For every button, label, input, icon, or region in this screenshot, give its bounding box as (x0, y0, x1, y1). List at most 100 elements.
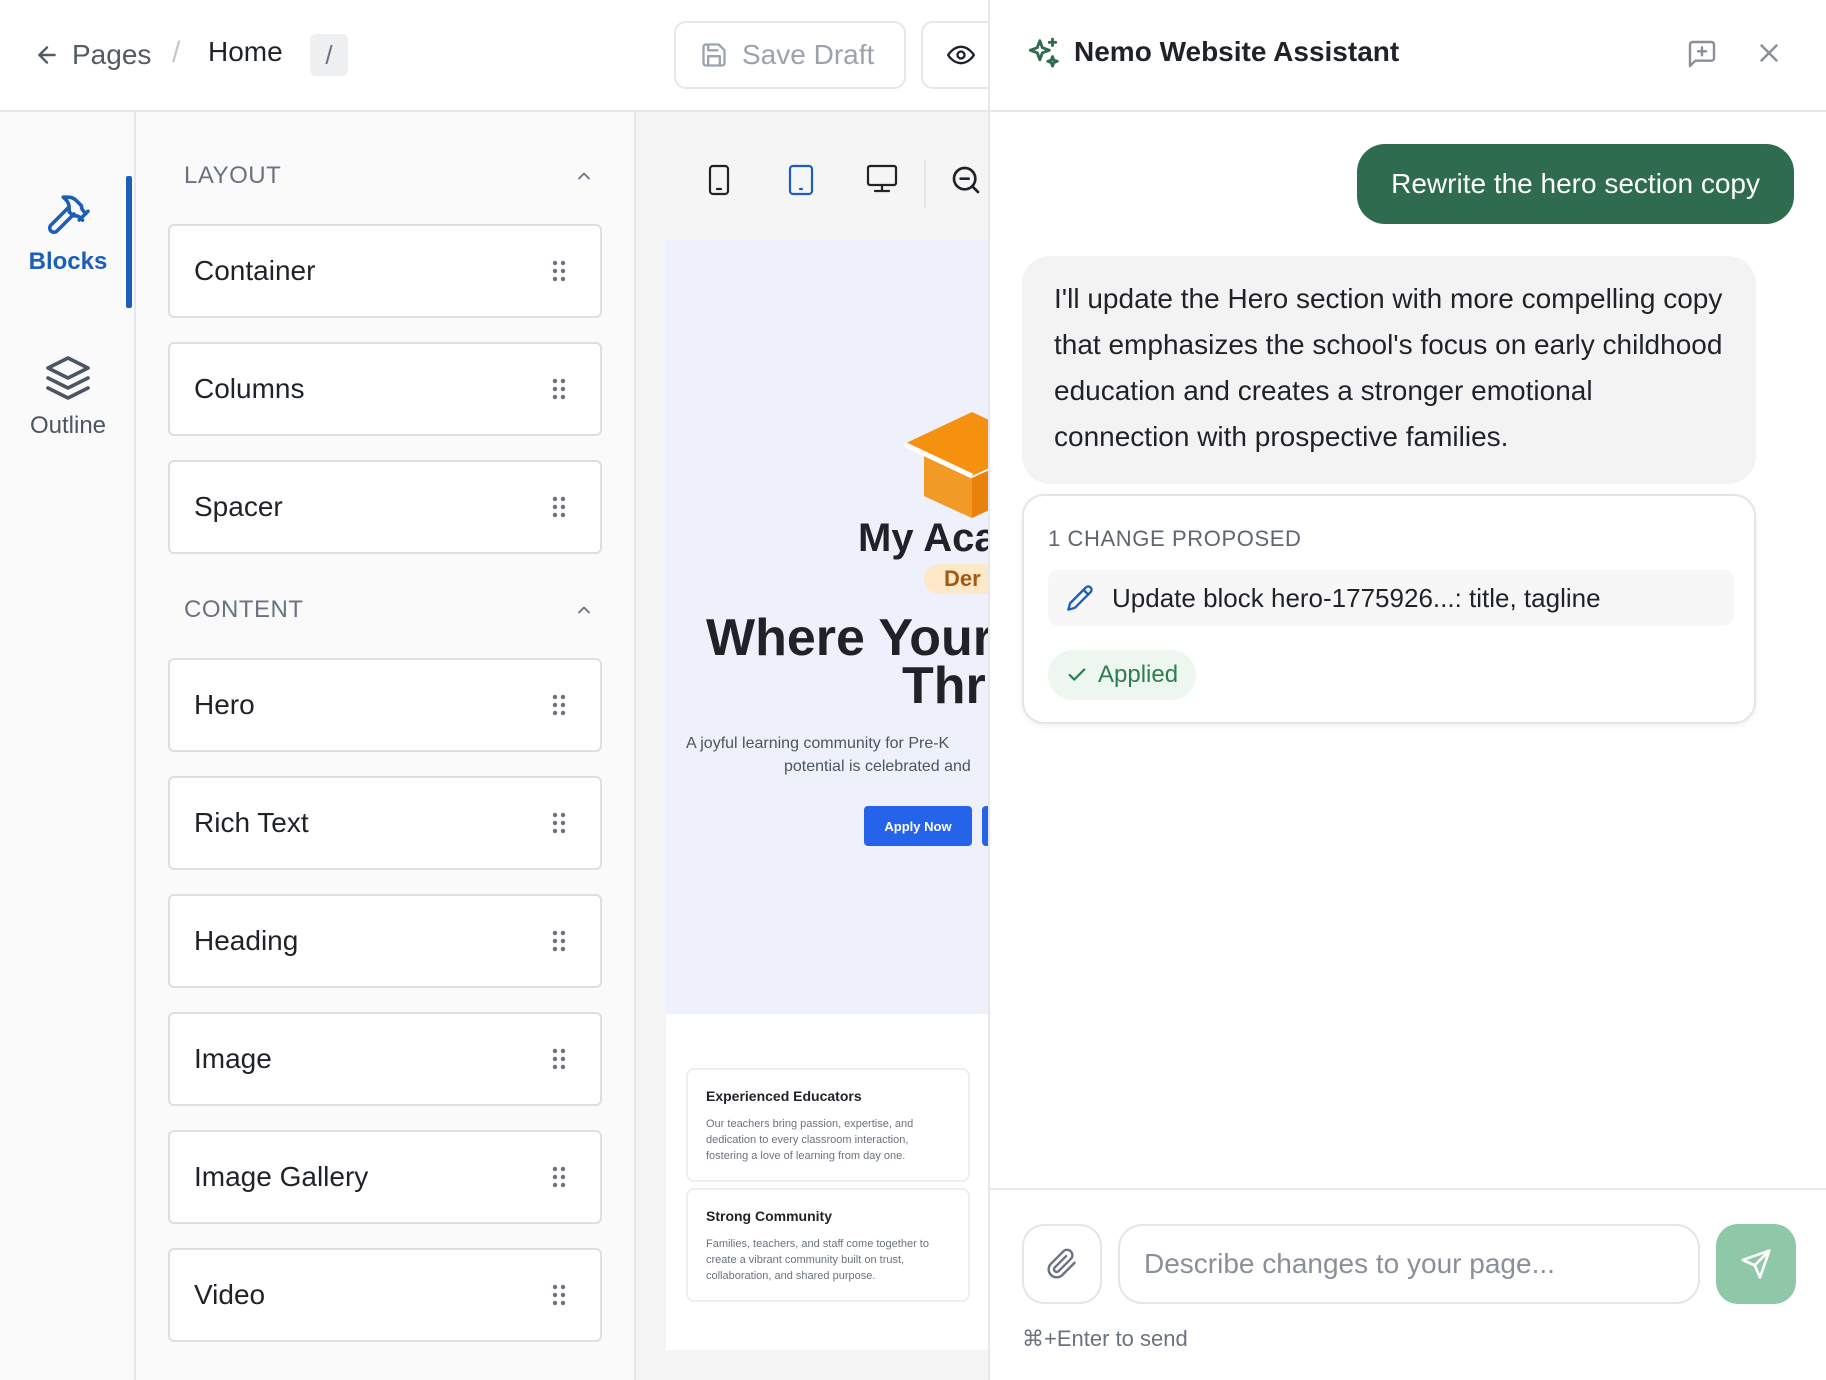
attach-button[interactable] (1022, 1224, 1102, 1304)
sparkles-icon (1024, 36, 1062, 74)
feature-title: Strong Community (706, 1208, 832, 1224)
block-item-image[interactable]: Image (168, 1012, 602, 1106)
block-item-label: Heading (194, 925, 299, 956)
block-item-columns[interactable]: Columns (168, 342, 602, 436)
assistant-message-bubble: I'll update the Hero section with more c… (1022, 256, 1756, 484)
block-item-heading[interactable]: Heading (168, 894, 602, 988)
hammer-icon (44, 190, 92, 238)
drag-handle-icon[interactable] (552, 496, 566, 518)
editor-top-bar: Pages / Home / Save Draft (0, 0, 1011, 112)
arrow-left-icon (34, 42, 60, 68)
message-composer: ⌘+Enter to send (990, 1188, 1826, 1380)
feature-body: Families, teachers, and staff come toget… (706, 1238, 929, 1282)
feature-body: Our teachers bring passion, expertise, a… (706, 1118, 914, 1162)
hero-tagline-line: potential is celebrated and (784, 758, 971, 775)
block-item-label: Rich Text (194, 807, 309, 838)
rail-item-outline[interactable]: Outline (0, 354, 136, 440)
block-item-label: Container (194, 255, 316, 286)
chevron-up-icon (574, 166, 594, 186)
drag-handle-icon[interactable] (552, 1284, 566, 1306)
site-name: My Aca (858, 516, 988, 560)
block-item-spacer[interactable]: Spacer (168, 460, 602, 554)
save-icon (700, 41, 728, 69)
block-item-label: Hero (194, 689, 255, 720)
rail-active-indicator (126, 176, 132, 308)
site-preview-frame: My Aca Der Where Your Thr A joyful learn… (666, 240, 988, 1350)
drag-handle-icon[interactable] (552, 694, 566, 716)
feature-card: Experienced Educators Our teachers bring… (686, 1068, 970, 1182)
layout-section-title: LAYOUT (184, 162, 282, 189)
assistant-title: Nemo Website Assistant (1074, 36, 1400, 67)
close-icon[interactable] (1754, 38, 1784, 68)
block-item-image-gallery[interactable]: Image Gallery (168, 1130, 602, 1224)
apply-now-button[interactable]: Apply Now (864, 806, 972, 846)
user-message-bubble: Rewrite the hero section copy (1357, 144, 1794, 224)
drag-handle-icon[interactable] (552, 930, 566, 952)
back-to-pages-link[interactable]: Pages (34, 34, 151, 76)
save-draft-button[interactable]: Save Draft (674, 21, 906, 89)
send-button[interactable] (1716, 1224, 1796, 1304)
message-input[interactable] (1118, 1224, 1700, 1304)
blocks-panel: LAYOUT Container Columns Spacer CONTENT … (136, 112, 636, 1380)
content-section-title: CONTENT (184, 596, 304, 623)
proposed-change-card: 1 CHANGE PROPOSED Update block hero-1775… (1022, 494, 1756, 724)
paperclip-icon (1046, 1248, 1078, 1280)
block-item-rich-text[interactable]: Rich Text (168, 776, 602, 870)
save-draft-label: Save Draft (742, 39, 875, 70)
eye-icon (947, 41, 975, 69)
zoom-out-icon[interactable] (950, 164, 982, 196)
page-slug-chip[interactable]: / (310, 34, 348, 76)
hero-block-preview[interactable]: My Aca Der Where Your Thr A joyful learn… (666, 240, 988, 1014)
send-shortcut-hint: ⌘+Enter to send (1022, 1326, 1188, 1351)
rail-item-blocks[interactable]: Blocks (0, 190, 136, 276)
check-icon (1066, 664, 1088, 686)
block-item-label: Spacer (194, 491, 283, 522)
block-item-video[interactable]: Video (168, 1248, 602, 1342)
block-item-hero[interactable]: Hero (168, 658, 602, 752)
breadcrumb-separator: / (172, 36, 181, 69)
applied-status-label: Applied (1098, 661, 1179, 688)
assistant-header: Nemo Website Assistant (990, 0, 1826, 112)
applied-status-badge: Applied (1048, 650, 1197, 700)
tablet-device-icon[interactable] (788, 164, 814, 196)
page-canvas: My Aca Der Where Your Thr A joyful learn… (636, 112, 988, 1380)
drag-handle-icon[interactable] (552, 1048, 566, 1070)
hero-tagline: A joyful learning community for Pre-K po… (686, 732, 988, 778)
block-item-container[interactable]: Container (168, 224, 602, 318)
block-item-label: Video (194, 1279, 266, 1310)
rail-label-blocks: Blocks (28, 248, 108, 275)
change-count-header: 1 CHANGE PROPOSED (1048, 526, 1302, 551)
toolbar-divider (924, 160, 926, 208)
feature-card: Strong Community Families, teachers, and… (686, 1188, 970, 1302)
rail-label-outline: Outline (29, 412, 107, 439)
content-section-header[interactable]: CONTENT (184, 596, 594, 624)
feature-title: Experienced Educators (706, 1088, 862, 1104)
block-item-label: Image Gallery (194, 1161, 369, 1192)
hero-title-line: Thr (902, 657, 986, 715)
device-toolbar (636, 112, 988, 244)
drag-handle-icon[interactable] (552, 812, 566, 834)
layers-icon (44, 354, 92, 402)
hero-title: Where Your Thr (706, 612, 988, 715)
block-item-label: Columns (194, 373, 305, 404)
breadcrumb-page-name: Home (208, 36, 283, 67)
drag-handle-icon[interactable] (552, 260, 566, 282)
pencil-icon (1066, 584, 1094, 612)
graduation-cap-icon (902, 410, 988, 520)
editor-left-rail: Blocks Outline (0, 112, 136, 1380)
drag-handle-icon[interactable] (552, 1166, 566, 1188)
assistant-panel: Nemo Website Assistant Rewrite the hero … (988, 0, 1826, 1380)
drag-handle-icon[interactable] (552, 378, 566, 400)
chevron-up-icon (574, 600, 594, 620)
desktop-device-icon[interactable] (866, 164, 898, 194)
hero-tagline-line: A joyful learning community for Pre-K (686, 735, 950, 752)
change-item-label: Update block hero-1775926...: title, tag… (1112, 582, 1601, 613)
send-icon (1740, 1248, 1772, 1280)
change-item[interactable]: Update block hero-1775926...: title, tag… (1048, 570, 1734, 626)
new-chat-icon[interactable] (1686, 38, 1718, 70)
block-item-label: Image (194, 1043, 272, 1074)
back-link-label: Pages (72, 39, 152, 70)
site-badge: Der (924, 564, 988, 594)
layout-section-header[interactable]: LAYOUT (184, 162, 594, 190)
mobile-device-icon[interactable] (708, 164, 730, 196)
